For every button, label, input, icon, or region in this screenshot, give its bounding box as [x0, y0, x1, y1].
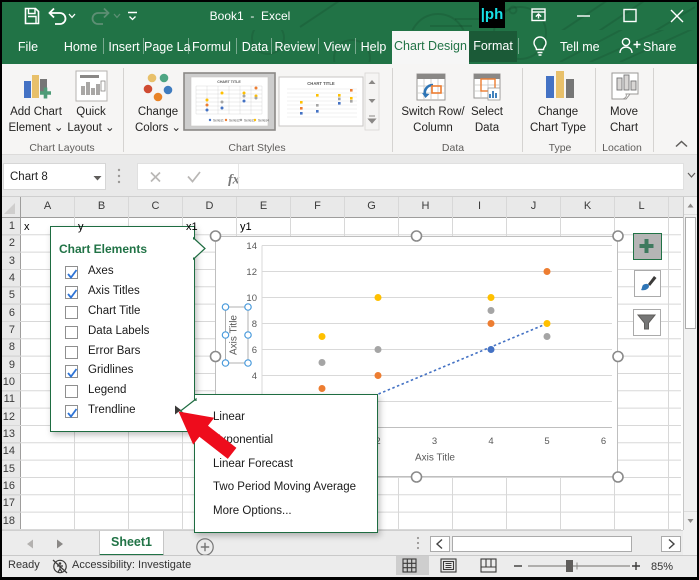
- svg-text:Series3: Series3: [244, 118, 255, 122]
- svg-text:6: 6: [601, 436, 606, 447]
- svg-text:85%: 85%: [651, 561, 673, 573]
- svg-text:Series2: Series2: [229, 118, 240, 122]
- svg-text:4: 4: [488, 436, 493, 447]
- svg-text:5: 5: [544, 436, 549, 447]
- svg-text:Axis Title: Axis Title: [415, 453, 455, 464]
- svg-text:12: 12: [246, 267, 257, 278]
- svg-text:Axis Title: Axis Title: [229, 315, 240, 355]
- svg-text:CHART TITLE: CHART TITLE: [217, 80, 241, 84]
- svg-text:3: 3: [432, 436, 437, 447]
- svg-text:8: 8: [252, 319, 257, 330]
- svg-text:6: 6: [252, 345, 257, 356]
- svg-text:14: 14: [246, 241, 257, 252]
- svg-text:4: 4: [252, 371, 257, 382]
- svg-text:CHART TITLE: CHART TITLE: [307, 81, 335, 86]
- svg-text:10: 10: [246, 293, 257, 304]
- svg-text:Series4: Series4: [258, 118, 269, 122]
